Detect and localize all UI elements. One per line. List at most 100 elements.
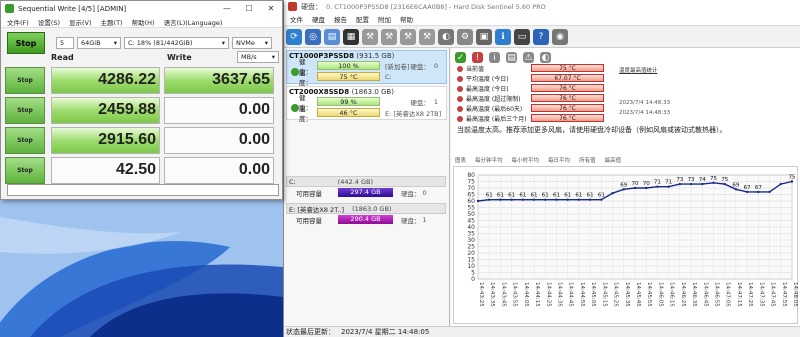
- title-prefix: 硬盘：: [301, 2, 322, 11]
- surface-test-icon[interactable]: ⚒: [381, 28, 397, 45]
- settings-icon[interactable]: ⚙: [457, 28, 473, 45]
- attr-row-0: 当前值: [457, 64, 484, 73]
- help-icon[interactable]: ?: [533, 28, 549, 45]
- menu-view[interactable]: 显示(V): [69, 17, 92, 27]
- x-tick-label: 14:47:35: [758, 282, 764, 307]
- menu-theme[interactable]: 主题(T): [101, 17, 123, 27]
- disk-item-0[interactable]: CT1000P3PSSD8 (931.5 GB) 健康： 100 % [新加卷] 硬盘…: [286, 50, 447, 87]
- x-tick-label: 14:46:25: [680, 282, 686, 307]
- ok-icon[interactable]: ✓: [455, 52, 466, 63]
- x-tick-label: 14:47:25: [747, 282, 753, 307]
- close-button[interactable]: ✕: [260, 4, 282, 13]
- app-icon: [288, 2, 297, 11]
- tab-max-values[interactable]: 最高值: [605, 156, 622, 166]
- disk-size: (1863.0 GB): [351, 88, 394, 96]
- data-point: [476, 199, 480, 203]
- tab-per-day[interactable]: 每日平均: [548, 156, 570, 166]
- attr-label: 平均温度 (今日): [466, 76, 509, 83]
- menu-settings[interactable]: 设置(S): [38, 17, 60, 27]
- comment-field[interactable]: [7, 184, 279, 196]
- monitor-icon[interactable]: ▭: [514, 28, 530, 45]
- stop-button-1[interactable]: Stop: [5, 66, 45, 94]
- stop-button-3[interactable]: Stop: [5, 126, 45, 154]
- menu-file[interactable]: 文件(F): [7, 17, 29, 27]
- data-point: [701, 182, 704, 186]
- temperature-icon[interactable]: !: [472, 52, 483, 63]
- about-icon[interactable]: ◉: [552, 28, 568, 45]
- data-label: 75: [721, 177, 728, 183]
- x-tick-label: 14:45:45: [635, 282, 641, 307]
- partition-e[interactable]: E: [英睿达X8 2T..] (1863.0 GB) 可用容量 290.4 GB 硬…: [286, 203, 446, 225]
- warning-icon: [457, 105, 463, 112]
- repair-icon[interactable]: ⚒: [400, 28, 416, 45]
- disk-item-1[interactable]: CT2000X8SSD8 (1863.0 GB) 健康： 99 % 硬盘： 1 温度：…: [286, 86, 447, 123]
- stop-button-4[interactable]: Stop: [5, 156, 45, 184]
- data-point: [488, 198, 491, 201]
- x-tick-label: 14:45:15: [601, 282, 607, 307]
- read-value-1: 4286.22: [51, 66, 160, 94]
- tab-all-values[interactable]: 所有值: [579, 156, 596, 166]
- data-point: [521, 198, 525, 201]
- tab-per-hour[interactable]: 每小时平均: [512, 156, 540, 166]
- y-tick-label: 0: [471, 276, 475, 283]
- x-tick-label: 14:45:55: [646, 282, 652, 307]
- drive-select[interactable]: C: 18% (81/442GiB) ▾: [124, 37, 229, 49]
- menu-language[interactable]: 语言(L)(Language): [164, 17, 223, 27]
- minimize-button[interactable]: —: [216, 4, 238, 13]
- x-tick-label: 14:43:45: [500, 282, 506, 307]
- warning-icon: [457, 85, 463, 92]
- partition-label: E: [英睿达X8 2T..]: [289, 205, 345, 214]
- x-tick-label: 14:46:05: [657, 282, 663, 307]
- disk-icon[interactable]: ◐: [438, 28, 454, 45]
- max-temp-date-1: 2023/7/4 14:48:33: [619, 100, 671, 106]
- cdm-menubar: 文件(F) 设置(S) 显示(V) 主题(T) 帮助(H) 语言(L)(Lang…: [1, 16, 282, 28]
- maximize-button[interactable]: ☐: [238, 4, 260, 13]
- menu-help[interactable]: 帮助: [400, 14, 413, 24]
- info-icon[interactable]: i: [489, 52, 500, 63]
- unit-select[interactable]: MB/s ▾: [237, 51, 279, 63]
- test-icon[interactable]: ⚒: [362, 28, 378, 45]
- data-label: 67: [744, 185, 751, 191]
- disk-icon[interactable]: ◐: [540, 52, 551, 63]
- tools-icon[interactable]: ⚒: [419, 28, 435, 45]
- alert-icon[interactable]: ⚠: [523, 52, 534, 63]
- menu-extra[interactable]: 附加: [378, 14, 391, 24]
- hds-menubar: 文件 硬盘 报告 配置 附加 帮助: [284, 13, 800, 26]
- write-value-1: 3637.65: [164, 66, 274, 94]
- disk-no-label: 硬盘：: [401, 216, 421, 225]
- size-select[interactable]: 64GiB ▾: [77, 37, 121, 49]
- menu-file[interactable]: 文件: [290, 14, 303, 24]
- disk-no-label: 硬盘：: [410, 62, 430, 71]
- test-row-3: Stop 2915.60 0.00: [5, 126, 279, 154]
- report-icon[interactable]: ▦: [343, 28, 359, 45]
- chart-icon[interactable]: ▤: [324, 28, 340, 45]
- free-label: 可用容量: [296, 216, 322, 225]
- write-value-3: 0.00: [164, 126, 274, 154]
- globe-icon[interactable]: ◎: [305, 28, 321, 45]
- data-label: 61: [508, 193, 515, 199]
- menu-help[interactable]: 帮助(H): [132, 17, 155, 27]
- partition-size: (442.4 GB): [337, 177, 373, 186]
- y-tick-label: 80: [467, 172, 475, 179]
- y-tick-label: 55: [467, 205, 475, 212]
- stop-all-button[interactable]: Stop: [7, 32, 45, 54]
- tab-per-minute[interactable]: 每分钟平均: [475, 156, 503, 166]
- y-tick-label: 40: [467, 224, 475, 231]
- info-icon[interactable]: ℹ: [495, 28, 511, 45]
- test-row-4: Stop 42.50 0.00: [5, 156, 279, 184]
- mode-select[interactable]: NVMe ▾: [232, 37, 272, 49]
- data-label: 71: [665, 180, 672, 186]
- max-temp-link[interactable]: 温度最高值统计: [619, 66, 658, 74]
- read-value-2: 2459.88: [51, 96, 160, 124]
- tab-chart[interactable]: 图表: [455, 156, 466, 166]
- refresh-icon[interactable]: ⟳: [286, 28, 302, 45]
- count-select[interactable]: 5: [56, 37, 74, 49]
- perf-icon[interactable]: ▤: [506, 52, 517, 63]
- partition-c[interactable]: C: (442.4 GB) 可用容量 297.4 GB 硬盘： 0: [286, 176, 446, 198]
- stop-button-2[interactable]: Stop: [5, 96, 45, 124]
- menu-disk[interactable]: 硬盘: [312, 14, 325, 24]
- attr-row-5: 最高温度 (最后三个月): [457, 114, 527, 123]
- save-icon[interactable]: ▣: [476, 28, 492, 45]
- menu-report[interactable]: 报告: [334, 14, 347, 24]
- menu-config[interactable]: 配置: [356, 14, 369, 24]
